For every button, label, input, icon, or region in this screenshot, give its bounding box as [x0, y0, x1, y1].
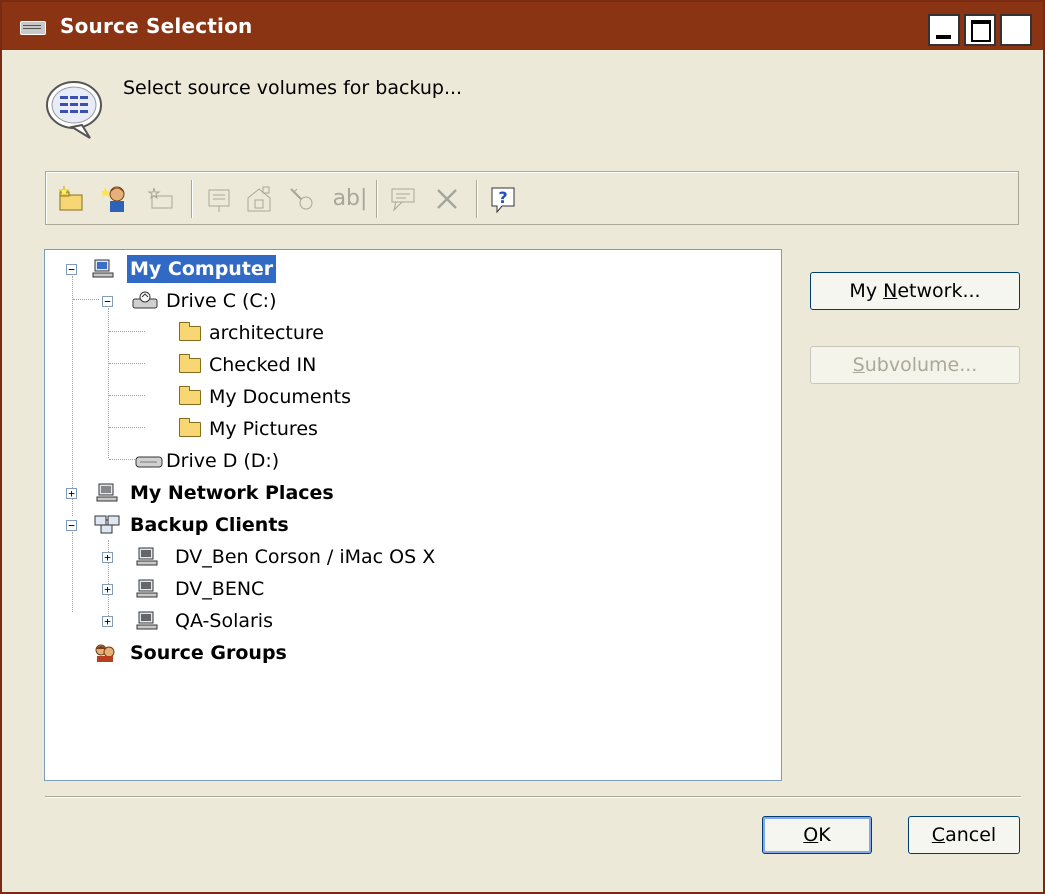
close-button[interactable]: ✕	[1000, 11, 1032, 46]
collapse-toggle[interactable]: −	[66, 520, 77, 531]
source-tree[interactable]: − My Computer − Drive C (C:) architectur…	[44, 249, 782, 781]
tree-item-label: My Documents	[209, 386, 352, 408]
tree-item-label: Source Groups	[130, 642, 287, 664]
cancel-button[interactable]: Cancel	[908, 816, 1020, 854]
divider	[45, 796, 1021, 798]
title-bar[interactable]: Source Selection ✕	[2, 2, 1043, 50]
tree-item-label: My Computer	[127, 255, 277, 283]
tree-item-label: Drive C (C:)	[166, 290, 277, 312]
tree-item-label: architecture	[209, 322, 324, 344]
folder-icon	[179, 418, 201, 437]
tree-item-label: Checked IN	[209, 354, 317, 376]
add-client-icon[interactable]	[100, 184, 132, 214]
text-ab-icon: ab|	[332, 186, 368, 211]
folder-icon	[179, 386, 201, 405]
tree-item-label: My Pictures	[209, 418, 318, 440]
source-selection-window: Source Selection ✕ Select source volumes…	[0, 0, 1045, 894]
tree-item-label: Drive D (D:)	[166, 450, 280, 472]
tree-item-label: QA-Solaris	[175, 610, 273, 632]
network-computers-icon	[94, 515, 120, 534]
toolbar: ab| ?	[45, 171, 1019, 225]
properties-icon	[204, 184, 234, 214]
tree-item-label: My Network Places	[130, 482, 334, 504]
expand-toggle[interactable]: +	[102, 616, 113, 627]
computer-icon	[92, 259, 114, 278]
help-glyph: ?	[498, 188, 507, 207]
ok-button[interactable]: OK	[762, 816, 872, 854]
network-drive-icon	[132, 291, 158, 309]
computer-icon	[136, 547, 158, 566]
computer-icon	[96, 483, 118, 502]
window-title: Source Selection	[60, 14, 253, 38]
expand-toggle[interactable]: +	[102, 584, 113, 595]
maximize-button[interactable]	[964, 14, 996, 46]
my-network-button[interactable]: My Network...	[810, 272, 1020, 310]
hard-drive-icon	[135, 456, 163, 468]
help-icon[interactable]: ?	[488, 184, 518, 214]
people-group-icon	[95, 644, 115, 662]
folder-icon	[179, 322, 201, 341]
close-icon: ✕	[1006, 11, 1032, 46]
computer-icon	[136, 579, 158, 598]
expand-toggle[interactable]: +	[102, 552, 113, 563]
comment-icon	[388, 184, 418, 214]
tree-item-label: DV_Ben Corson / iMac OS X	[175, 546, 436, 568]
computer-icon	[136, 611, 158, 630]
folder-icon	[179, 354, 201, 373]
settings-icon	[244, 184, 274, 214]
subvolume-button[interactable]: Subvolume...	[810, 346, 1020, 384]
new-folder-icon[interactable]	[56, 184, 86, 214]
minimize-button[interactable]	[928, 14, 960, 46]
key-icon	[286, 184, 316, 214]
tree-item-label: DV_BENC	[175, 578, 265, 600]
rename-icon	[146, 184, 176, 214]
collapse-toggle[interactable]: −	[102, 296, 113, 307]
instruction-text: Select source volumes for backup...	[123, 77, 463, 99]
expand-toggle[interactable]: +	[66, 488, 77, 499]
speech-bubble-icon	[46, 81, 102, 139]
delete-icon	[432, 184, 462, 214]
tree-item-label: Backup Clients	[130, 514, 289, 536]
app-icon	[20, 21, 46, 35]
collapse-toggle[interactable]: −	[66, 264, 77, 275]
